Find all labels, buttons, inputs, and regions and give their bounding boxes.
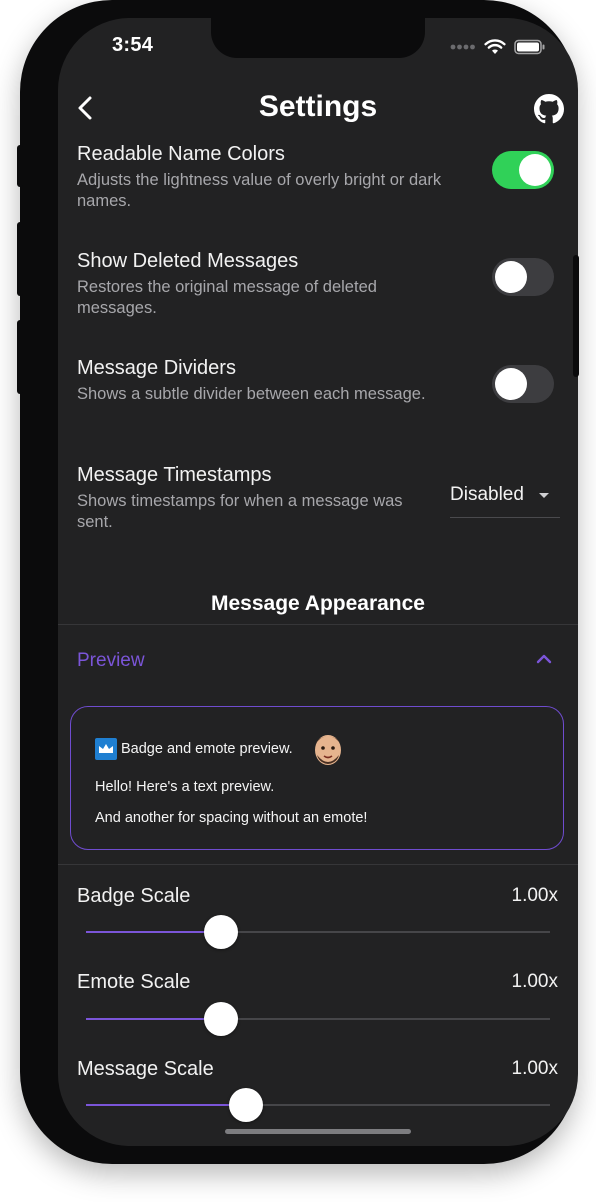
divider	[58, 864, 578, 865]
crown-badge-icon	[95, 738, 117, 760]
phone-frame: 3:54 Settings Readable Name Colors Adjus…	[20, 0, 578, 1164]
message-scale-slider[interactable]	[86, 1088, 550, 1122]
message-preview-box: Badge and emote preview. Hello! Here's a…	[70, 706, 564, 850]
status-icons	[450, 37, 546, 57]
setting-title: Readable Name Colors	[77, 143, 285, 165]
setting-description: Restores the original message of deleted…	[77, 278, 377, 317]
preview-expander[interactable]: Preview	[58, 638, 578, 686]
preview-label: Preview	[77, 650, 145, 671]
wifi-icon	[484, 39, 506, 54]
setting-show-deleted-messages: Show Deleted Messages Restores the origi…	[77, 250, 437, 319]
section-heading-message-appearance: Message Appearance	[211, 592, 425, 615]
preview-line-badge-emote: Badge and emote preview.	[121, 741, 293, 757]
setting-message-timestamps: Message Timestamps Shows timestamps for …	[77, 464, 417, 533]
emote-scale-slider[interactable]	[86, 1002, 550, 1036]
power-button	[573, 255, 579, 377]
show-deleted-messages-toggle[interactable]	[492, 258, 554, 296]
setting-title: Message Dividers	[77, 357, 236, 379]
caret-down-icon	[539, 493, 549, 498]
app-screen: 3:54 Settings Readable Name Colors Adjus…	[58, 18, 578, 1146]
divider	[58, 624, 578, 625]
mute-switch	[17, 145, 23, 187]
toggle-knob	[495, 261, 527, 293]
message-scale-value: 1.00x	[511, 1058, 558, 1079]
setting-description: Shows timestamps for when a message was …	[77, 492, 403, 531]
badge-scale-value: 1.00x	[511, 885, 558, 906]
toggle-knob	[519, 154, 551, 186]
status-time: 3:54	[112, 34, 154, 56]
battery-icon	[514, 39, 545, 55]
setting-readable-name-colors: Readable Name Colors Adjusts the lightne…	[77, 143, 457, 212]
preview-line-text: Hello! Here's a text preview.	[95, 779, 275, 795]
message-scale-label: Message Scale	[77, 1058, 214, 1080]
github-icon[interactable]	[534, 94, 564, 124]
message-dividers-toggle[interactable]	[492, 365, 554, 403]
page-title: Settings	[258, 90, 378, 123]
timestamps-dropdown[interactable]: Disabled	[450, 484, 560, 518]
slider-thumb[interactable]	[203, 915, 238, 949]
slider-thumb[interactable]	[229, 1088, 264, 1122]
dropdown-selected-value: Disabled	[450, 484, 524, 505]
setting-description: Shows a subtle divider between each mess…	[77, 385, 426, 403]
slider-fill	[86, 931, 221, 933]
emote-scale-value: 1.00x	[511, 971, 558, 992]
setting-title: Message Timestamps	[77, 464, 272, 486]
chevron-up-icon[interactable]	[536, 654, 552, 664]
notch	[211, 18, 425, 58]
emote-scale-label: Emote Scale	[77, 971, 191, 993]
emote-icon	[315, 735, 341, 765]
slider-fill	[86, 1104, 247, 1106]
volume-down-button	[17, 320, 23, 394]
setting-description: Adjusts the lightness value of overly br…	[77, 171, 442, 210]
setting-title: Show Deleted Messages	[77, 250, 299, 272]
setting-message-dividers: Message Dividers Shows a subtle divider …	[77, 357, 477, 405]
slider-thumb[interactable]	[203, 1002, 238, 1036]
home-indicator	[225, 1129, 411, 1134]
preview-line-spacing: And another for spacing without an emote…	[95, 810, 368, 826]
slider-fill	[86, 1018, 221, 1020]
badge-scale-slider[interactable]	[86, 915, 550, 949]
toggle-knob	[495, 368, 527, 400]
badge-scale-label: Badge Scale	[77, 885, 191, 907]
readable-name-colors-toggle[interactable]	[492, 151, 554, 189]
cellular-signal-icon	[450, 44, 475, 50]
volume-up-button	[17, 222, 23, 296]
